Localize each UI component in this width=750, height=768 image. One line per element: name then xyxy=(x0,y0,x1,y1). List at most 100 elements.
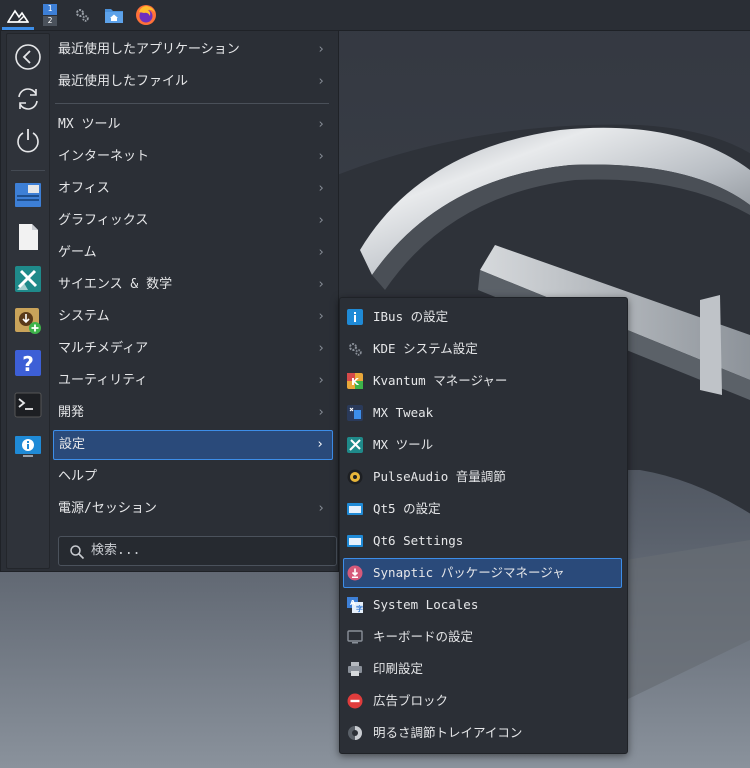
block-icon xyxy=(347,693,363,709)
power-button[interactable] xyxy=(12,125,44,157)
chevron-right-icon: › xyxy=(317,341,325,356)
speaker-icon xyxy=(347,469,363,485)
svg-text:?: ? xyxy=(22,352,34,376)
submenu-item-label: MX Tweak xyxy=(373,405,434,420)
menu-separator xyxy=(55,103,329,104)
fav-system-info[interactable] xyxy=(12,431,44,463)
submenu-item-keyboard[interactable]: キーボードの設定 xyxy=(343,622,622,652)
submenu-item-system-locales[interactable]: A字 System Locales xyxy=(343,590,622,620)
category-label: サイエンス & 数学 xyxy=(58,277,173,292)
app-menu-button[interactable] xyxy=(2,1,34,30)
switch-user-button[interactable] xyxy=(12,83,44,115)
help-icon: ? xyxy=(15,350,41,376)
chevron-right-icon: › xyxy=(317,373,325,388)
category-label: 最近使用したアプリケーション xyxy=(58,42,240,57)
fav-terminal[interactable] xyxy=(12,389,44,421)
top-panel: 1 2 xyxy=(0,0,750,31)
category-help[interactable]: ヘルプ xyxy=(53,462,333,492)
category-graphics[interactable]: グラフィックス › xyxy=(53,206,333,236)
category-label: オフィス xyxy=(58,181,110,196)
category-label: ヘルプ xyxy=(58,469,98,484)
submenu-item-ad-block[interactable]: 広告ブロック xyxy=(343,686,622,716)
category-label: 設定 xyxy=(59,437,86,452)
printer-icon xyxy=(347,661,363,677)
category-games[interactable]: ゲーム › xyxy=(53,238,333,268)
category-settings[interactable]: 設定 › xyxy=(53,430,333,460)
submenu-item-label: Synaptic パッケージマネージャ xyxy=(373,565,565,580)
category-system[interactable]: システム › xyxy=(53,302,333,332)
submenu-item-brightness[interactable]: 明るさ調節トレイアイコン xyxy=(343,718,622,748)
submenu-item-mx-tools[interactable]: MX ツール xyxy=(343,430,622,460)
category-science-math[interactable]: サイエンス & 数学 › xyxy=(53,270,333,300)
system-info-icon xyxy=(15,436,41,457)
workspace-pager[interactable]: 1 2 xyxy=(36,1,64,29)
chevron-right-icon: › xyxy=(317,245,325,260)
power-icon xyxy=(17,129,39,153)
folder-home-icon xyxy=(105,9,123,23)
refresh-icon xyxy=(18,88,38,110)
category-development[interactable]: 開発 › xyxy=(53,398,333,428)
chevron-right-icon: › xyxy=(317,42,325,57)
submenu-item-ibus[interactable]: IBus の設定 xyxy=(343,302,622,332)
favorites-separator xyxy=(11,170,45,171)
fav-mx-tools[interactable] xyxy=(12,263,44,295)
back-button[interactable] xyxy=(12,41,44,73)
synaptic-icon xyxy=(347,565,363,581)
submenu-item-print-settings[interactable]: 印刷設定 xyxy=(343,654,622,684)
category-recent-apps[interactable]: 最近使用したアプリケーション › xyxy=(53,35,333,65)
settings-launcher[interactable] xyxy=(68,1,96,29)
settings-submenu: IBus の設定 KDE システム設定 K Kvantum マネージャー MX … xyxy=(339,297,628,754)
category-label: インターネット xyxy=(58,149,150,164)
application-menu: ? 最近使用したアプリケーション › 最近使用したファイル › MX ツール ›… xyxy=(0,30,339,572)
chevron-right-icon: › xyxy=(317,277,325,292)
category-label: システム xyxy=(58,309,110,324)
firefox-icon xyxy=(136,5,156,25)
submenu-item-kvantum[interactable]: K Kvantum マネージャー xyxy=(343,366,622,396)
category-label: ユーティリティ xyxy=(58,373,148,388)
chevron-right-icon: › xyxy=(317,181,325,196)
search-icon xyxy=(70,545,85,560)
brightness-icon xyxy=(347,725,363,741)
svg-text:K: K xyxy=(351,377,360,388)
category-mx-tools[interactable]: MX ツール › xyxy=(53,110,333,140)
submenu-item-mx-tweak[interactable]: MX Tweak xyxy=(343,398,622,428)
mx-tools-icon xyxy=(347,437,363,453)
file-manager-icon xyxy=(15,183,41,207)
file-manager-launcher[interactable] xyxy=(100,1,128,29)
category-label: 最近使用したファイル xyxy=(58,74,189,89)
locale-icon: A字 xyxy=(347,597,363,613)
submenu-item-qt6[interactable]: Qt6 Settings xyxy=(343,526,622,556)
info-icon xyxy=(347,309,363,325)
submenu-item-synaptic[interactable]: Synaptic パッケージマネージャ xyxy=(343,558,622,588)
category-multimedia[interactable]: マルチメディア › xyxy=(53,334,333,364)
fav-file-manager[interactable] xyxy=(12,179,44,211)
category-label: マルチメディア xyxy=(58,341,149,356)
gears-icon xyxy=(347,341,363,357)
chevron-right-icon: › xyxy=(317,213,325,228)
category-internet[interactable]: インターネット › xyxy=(53,142,333,172)
submenu-item-label: キーボードの設定 xyxy=(373,629,474,644)
chevron-right-icon: › xyxy=(317,149,325,164)
submenu-item-kde-settings[interactable]: KDE システム設定 xyxy=(343,334,622,364)
workspace-2[interactable]: 2 xyxy=(43,15,57,26)
svg-text:字: 字 xyxy=(356,604,363,613)
submenu-item-label: IBus の設定 xyxy=(373,309,449,324)
search-input[interactable]: 検索... xyxy=(58,536,337,566)
monitor-icon xyxy=(347,629,363,645)
fav-text-editor[interactable] xyxy=(12,221,44,253)
category-power-session[interactable]: 電源/セッション › xyxy=(53,494,333,524)
category-office[interactable]: オフィス › xyxy=(53,174,333,204)
submenu-item-label: System Locales xyxy=(373,597,479,612)
submenu-item-qt5[interactable]: Qt5 の設定 xyxy=(343,494,622,524)
submenu-item-label: KDE システム設定 xyxy=(373,341,478,356)
workspace-1[interactable]: 1 xyxy=(43,4,57,15)
category-utilities[interactable]: ユーティリティ › xyxy=(53,366,333,396)
firefox-launcher[interactable] xyxy=(132,1,160,29)
favorites-bar: ? xyxy=(6,33,50,569)
category-label: MX ツール xyxy=(58,117,121,132)
fav-help[interactable]: ? xyxy=(12,347,44,379)
mx-tools-icon xyxy=(15,266,41,292)
submenu-item-pulseaudio[interactable]: PulseAudio 音量調節 xyxy=(343,462,622,492)
fav-package-installer[interactable] xyxy=(12,305,44,337)
category-recent-files[interactable]: 最近使用したファイル › xyxy=(53,67,333,97)
